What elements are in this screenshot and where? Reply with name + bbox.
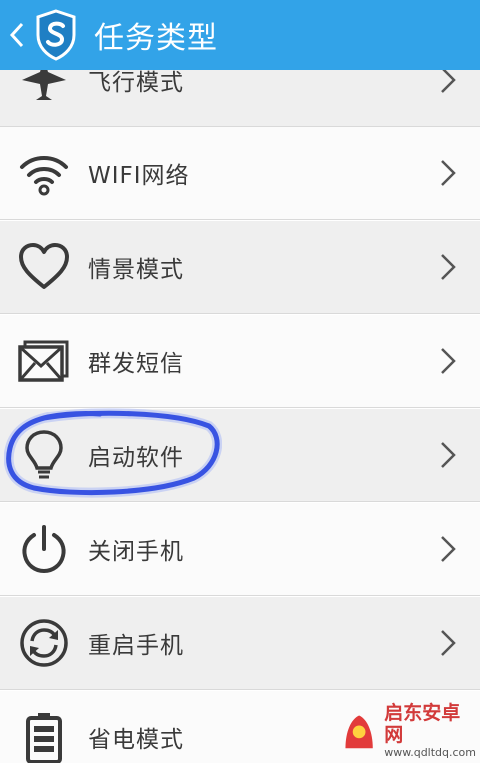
watermark-name: 启东安卓网 xyxy=(384,702,461,746)
lightbulb-icon xyxy=(16,427,72,483)
list-item-launch-app[interactable]: 启动软件 xyxy=(0,409,480,502)
list-item-label: 重启手机 xyxy=(88,633,184,659)
list-item-label: 关闭手机 xyxy=(88,539,184,565)
list-item-label: 启动软件 xyxy=(88,445,184,471)
chevron-right-icon xyxy=(441,160,456,186)
watermark-logo-icon xyxy=(345,715,373,749)
chevron-right-icon xyxy=(441,348,456,374)
chevron-right-icon xyxy=(441,442,456,468)
page-title: 任务类型 xyxy=(94,21,218,56)
shield-logo-icon xyxy=(36,9,76,61)
list-item-shutdown[interactable]: 关闭手机 xyxy=(0,503,480,596)
list-item-group-sms[interactable]: 群发短信 xyxy=(0,315,480,408)
list-item-scene-mode[interactable]: 情景模式 xyxy=(0,221,480,314)
list-item-wifi[interactable]: WIFI网络 xyxy=(0,127,480,220)
battery-icon xyxy=(16,709,72,763)
list-item-label: 情景模式 xyxy=(88,257,184,283)
app-header: 任务类型 xyxy=(0,0,480,70)
list-item-label: 飞行模式 xyxy=(88,70,184,96)
chevron-right-icon xyxy=(441,536,456,562)
chevron-right-icon xyxy=(441,630,456,656)
list-item-restart[interactable]: 重启手机 xyxy=(0,597,480,690)
task-type-list: 飞行模式 WIFI网络 情景模式 群发短信 启动软件 关闭手机 重启手机 省电模… xyxy=(0,70,480,763)
list-item-label: 群发短信 xyxy=(88,351,184,377)
list-item-airplane-mode[interactable]: 飞行模式 xyxy=(0,70,480,127)
chevron-right-icon xyxy=(441,70,456,93)
wifi-icon xyxy=(16,145,72,201)
list-item-label: WIFI网络 xyxy=(88,163,190,189)
chevron-right-icon xyxy=(441,254,456,280)
chevron-left-icon xyxy=(9,22,24,48)
airplane-icon xyxy=(16,70,72,108)
watermark: 启东安卓网 www.qdltdq.com xyxy=(340,702,476,759)
watermark-url: www.qdltdq.com xyxy=(384,746,476,759)
envelope-icon xyxy=(16,333,72,389)
list-item-label: 省电模式 xyxy=(88,727,184,753)
power-icon xyxy=(16,521,72,577)
restart-icon xyxy=(16,615,72,671)
heart-icon xyxy=(16,239,72,295)
back-button[interactable] xyxy=(2,0,32,70)
